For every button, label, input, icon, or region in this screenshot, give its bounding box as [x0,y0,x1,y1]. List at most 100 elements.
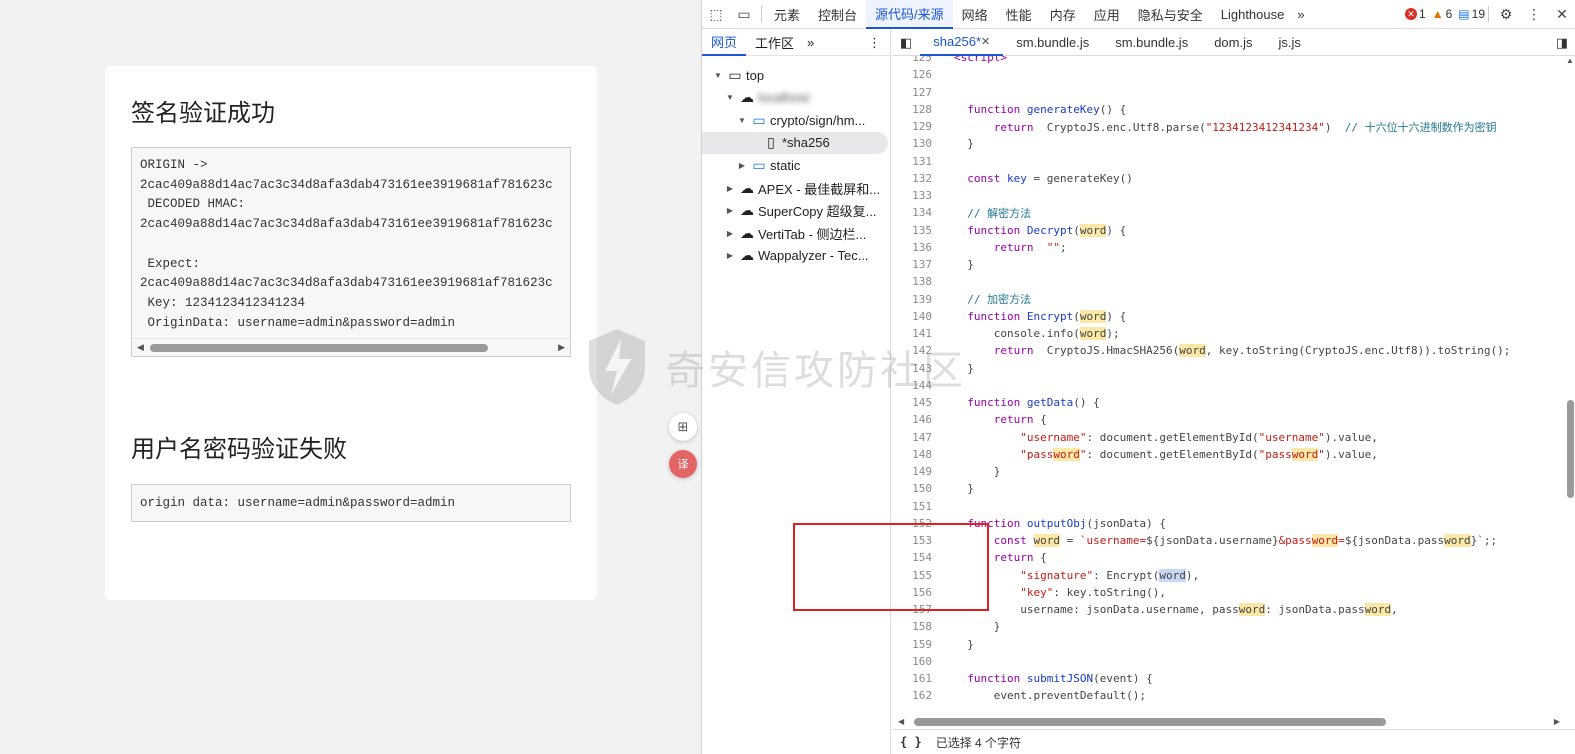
tab-devtools-8[interactable]: Lighthouse [1212,0,1294,29]
code-line[interactable]: 130 } [892,135,1575,152]
line-number[interactable]: 147 [892,431,932,444]
line-number[interactable]: 149 [892,465,932,478]
code-line[interactable]: 139 // 加密方法 [892,291,1575,308]
tree-item[interactable]: ▶ ☁ Wappalyzer - Tec... [702,245,888,267]
kebab-menu-icon[interactable]: ⋮ [1520,0,1548,29]
tab-workspace[interactable]: 工作区 [746,30,803,56]
more-nav-tabs-icon[interactable]: » [803,30,818,56]
message-count-badge[interactable]: ▤ 19 [1458,7,1485,21]
scroll-right-icon[interactable]: ▶ [558,342,565,353]
translate-icon[interactable]: 译 [669,450,697,478]
line-number[interactable]: 142 [892,344,932,357]
scan-tool-icon[interactable]: ⊞ [669,413,697,441]
line-number[interactable]: 135 [892,224,932,237]
code-line[interactable]: 152 function outputObj(jsonData) { [892,515,1575,532]
code-line[interactable]: 126 [892,66,1575,83]
expanded-arrow-icon[interactable]: ▼ [736,116,748,125]
code-line[interactable]: 131 [892,153,1575,170]
code-line[interactable]: 146 return { [892,411,1575,428]
more-tabs-icon[interactable]: » [1293,0,1308,29]
line-number[interactable]: 162 [892,689,932,702]
tab-devtools-5[interactable]: 内存 [1041,0,1085,29]
editor-horizontal-scrollbar[interactable]: ◀ ▶ [892,715,1564,729]
editor-vertical-scrollbar[interactable]: ▲ [1564,56,1575,742]
code-line[interactable]: 129 return CryptoJS.enc.Utf8.parse("1234… [892,118,1575,135]
line-number[interactable]: 125 [892,56,932,64]
close-tab-icon[interactable]: ✕ [981,35,990,48]
code-line[interactable]: 160 [892,653,1575,670]
line-number[interactable]: 161 [892,672,932,685]
tab-devtools-0[interactable]: 元素 [765,0,809,29]
code-line[interactable]: 150 } [892,480,1575,497]
code-line[interactable]: 147 "username": document.getElementById(… [892,429,1575,446]
tab-devtools-3[interactable]: 网络 [953,0,997,29]
line-number[interactable]: 148 [892,448,932,461]
line-number[interactable]: 130 [892,137,932,150]
expanded-arrow-icon[interactable]: ▼ [712,71,724,80]
tree-item[interactable]: ▼ ☁ localhost [702,87,888,109]
error-count-badge[interactable]: ✕ 1 [1405,7,1426,21]
file-tab-3[interactable]: dom.js [1201,30,1265,56]
close-devtools-icon[interactable]: ✕ [1548,0,1575,29]
line-number[interactable]: 150 [892,482,932,495]
collapsed-arrow-icon[interactable]: ▶ [724,251,736,260]
line-number[interactable]: 146 [892,413,932,426]
collapsed-arrow-icon[interactable]: ▶ [724,184,736,193]
tree-item[interactable]: ▶ ▭ static [702,154,888,176]
line-number[interactable]: 136 [892,241,932,254]
code-line[interactable]: 132 const key = generateKey() [892,170,1575,187]
tab-devtools-6[interactable]: 应用 [1085,0,1129,29]
code-line[interactable]: 151 [892,498,1575,515]
code-line[interactable]: 133 [892,187,1575,204]
code-line[interactable]: 125 <script> [892,56,1575,66]
code-line[interactable]: 128 function generateKey() { [892,101,1575,118]
code-line[interactable]: 138 [892,273,1575,290]
line-number[interactable]: 134 [892,206,932,219]
collapsed-arrow-icon[interactable]: ▶ [736,161,748,170]
scrollbar-thumb[interactable] [150,344,488,352]
line-number[interactable]: 127 [892,86,932,99]
line-number[interactable]: 129 [892,120,932,133]
code-line[interactable]: 144 [892,377,1575,394]
code-line[interactable]: 136 return ""; [892,239,1575,256]
code-line[interactable]: 127 [892,84,1575,101]
line-number[interactable]: 126 [892,68,932,81]
tab-devtools-4[interactable]: 性能 [997,0,1041,29]
file-tab-2[interactable]: sm.bundle.js [1102,30,1201,56]
code-line[interactable]: 161 function submitJSON(event) { [892,670,1575,687]
line-number[interactable]: 137 [892,258,932,271]
code-line[interactable]: 135 function Decrypt(word) { [892,222,1575,239]
code-line[interactable]: 149 } [892,463,1575,480]
code-line[interactable]: 154 return { [892,549,1575,566]
line-number[interactable]: 145 [892,396,932,409]
code-line[interactable]: 148 "password": document.getElementById(… [892,446,1575,463]
code-line[interactable]: 162 event.preventDefault(); [892,687,1575,704]
toggle-navigator-icon[interactable]: ◧ [892,30,920,56]
line-number[interactable]: 143 [892,362,932,375]
line-number[interactable]: 138 [892,275,932,288]
file-tab-1[interactable]: sm.bundle.js [1003,30,1102,56]
scroll-right-icon[interactable]: ▶ [1554,717,1560,726]
file-tab-0[interactable]: sha256* ✕ [920,30,1004,56]
code-line[interactable]: 140 function Encrypt(word) { [892,308,1575,325]
toggle-debugger-icon[interactable]: ◨ [1548,30,1575,56]
tree-item[interactable]: ▼ ▭ crypto/sign/hm... [702,109,888,131]
line-number[interactable]: 128 [892,103,932,116]
line-number[interactable]: 132 [892,172,932,185]
tab-devtools-7[interactable]: 隐私与安全 [1129,0,1212,29]
line-number[interactable]: 139 [892,293,932,306]
collapsed-arrow-icon[interactable]: ▶ [724,229,736,238]
line-number[interactable]: 141 [892,327,932,340]
tree-item[interactable]: ▶ ☁ SuperCopy 超级复... [702,200,888,222]
settings-gear-icon[interactable]: ⚙ [1492,0,1520,29]
scroll-up-icon[interactable]: ▲ [1566,56,1574,65]
code-line[interactable]: 143 } [892,360,1575,377]
line-number[interactable]: 159 [892,638,932,651]
collapsed-arrow-icon[interactable]: ▶ [724,206,736,215]
code-line[interactable]: 156 "key": key.toString(), [892,584,1575,601]
device-toggle-icon[interactable]: ▭ [730,0,758,29]
code-line[interactable]: 142 return CryptoJS.HmacSHA256(word, key… [892,342,1575,359]
scrollbar-thumb[interactable] [914,718,1386,726]
tree-item[interactable]: ▶ ☁ APEX - 最佳截屏和... [702,177,888,199]
tab-page[interactable]: 网页 [702,30,747,56]
